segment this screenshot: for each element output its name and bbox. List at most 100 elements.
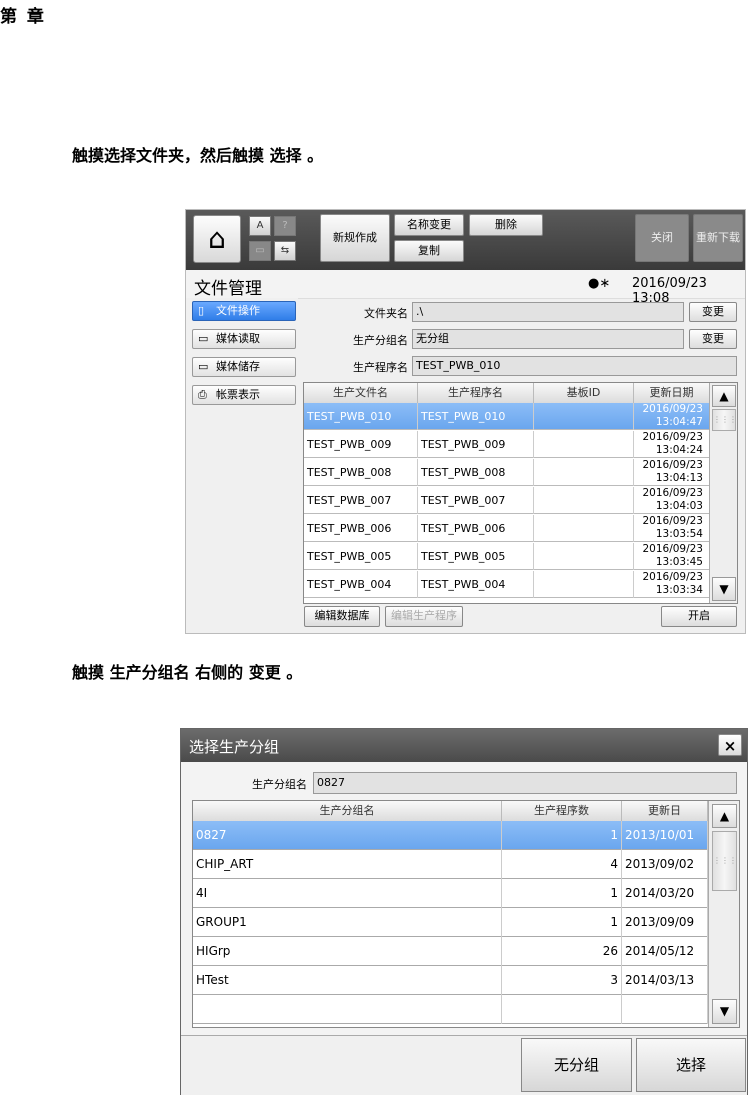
table-cell bbox=[534, 571, 634, 598]
redownload-button[interactable]: 重新下载 bbox=[693, 214, 743, 262]
time-line: 13:03:54 bbox=[655, 528, 703, 540]
col-update-day[interactable]: 更新日 bbox=[622, 801, 708, 821]
dialog-title: 选择生产分组 bbox=[189, 738, 280, 756]
table-row[interactable]: TEST_PWB_006 TEST_PWB_006 2016/09/23 13:03:… bbox=[304, 515, 710, 542]
table-row[interactable]: TEST_PWB_004 TEST_PWB_004 2016/09/23 13:03:… bbox=[304, 571, 710, 598]
table-row[interactable] bbox=[193, 995, 708, 1024]
page-title: 文件管理 bbox=[194, 279, 262, 299]
copy-button[interactable]: 复制 bbox=[394, 240, 464, 262]
table-row[interactable]: TEST_PWB_008 TEST_PWB_008 2016/09/23 13:04:… bbox=[304, 459, 710, 486]
chapter-header: 第 章 bbox=[0, 7, 46, 27]
table-cell: TEST_PWB_005 bbox=[304, 543, 418, 570]
table-cell: TEST_PWB_007 bbox=[304, 487, 418, 514]
table-cell: 2013/09/02 bbox=[622, 850, 708, 879]
table-cell: 4 bbox=[502, 850, 622, 879]
table-row[interactable]: GROUP1 1 2013/09/09 bbox=[193, 908, 708, 937]
table-cell bbox=[534, 543, 634, 570]
group-field: 无分组 bbox=[412, 329, 684, 349]
folder-change-button[interactable]: 变更 bbox=[689, 302, 737, 322]
vertical-scrollbar[interactable]: ▲ ⋮⋮⋮ ▼ bbox=[708, 801, 739, 1027]
table-cell: 0827 bbox=[193, 821, 502, 850]
date-line: 2016/09/23 bbox=[642, 571, 703, 583]
dialog-footer: 无分组 选择 bbox=[181, 1035, 747, 1095]
nav-label: 文件操作 bbox=[216, 304, 260, 317]
col-program-name[interactable]: 生产程序名 bbox=[418, 383, 534, 403]
select-group-dialog: 选择生产分组 × 生产分组名 0827 生产分组名 生产程序数 更新日 0827… bbox=[180, 728, 748, 1095]
table-cell: 2013/10/01 bbox=[622, 821, 708, 850]
nav-media-read[interactable]: ▭ 媒体读取 bbox=[192, 329, 296, 349]
nav-file-operation[interactable]: ▯ 文件操作 bbox=[192, 301, 296, 321]
date-line: 2016/09/23 bbox=[642, 487, 703, 499]
table-row[interactable]: 0827 1 2013/10/01 bbox=[193, 821, 708, 850]
table-row[interactable]: TEST_PWB_007 TEST_PWB_007 2016/09/23 13:04:… bbox=[304, 487, 710, 514]
nav-media-save[interactable]: ▭ 媒体储存 bbox=[192, 357, 296, 377]
toolbar: ⌂ A ? ▭ ⇆ 新规作成 名称变更 删除 复制 关闭 重新下载 bbox=[186, 210, 745, 270]
file-icon: ▯ bbox=[198, 304, 205, 317]
group-name-field[interactable]: 0827 bbox=[313, 772, 737, 794]
time-line: 13:04:47 bbox=[655, 416, 703, 428]
a-icon-button[interactable]: A bbox=[249, 216, 271, 236]
nav-report-display[interactable]: ⎙ 帐票表示 bbox=[192, 385, 296, 405]
table-row[interactable]: TEST_PWB_005 TEST_PWB_005 2016/09/23 13:03:… bbox=[304, 543, 710, 570]
table-cell bbox=[534, 403, 634, 430]
open-button[interactable]: 开启 bbox=[661, 606, 737, 627]
media-read-icon: ▭ bbox=[198, 332, 209, 345]
rename-button[interactable]: 名称变更 bbox=[394, 214, 464, 236]
table-cell: 2013/09/09 bbox=[622, 908, 708, 937]
screen-icon-button[interactable]: ▭ bbox=[249, 241, 271, 261]
table-row[interactable]: HIGrp 26 2014/05/12 bbox=[193, 937, 708, 966]
table-row[interactable]: HTest 3 2014/03/13 bbox=[193, 966, 708, 995]
scroll-up-arrow-icon[interactable]: ▲ bbox=[712, 385, 736, 407]
home-button[interactable]: ⌂ bbox=[193, 215, 241, 263]
time-line: 13:04:13 bbox=[655, 472, 703, 484]
table-row[interactable]: 4I 1 2014/03/20 bbox=[193, 879, 708, 908]
edit-program-button[interactable]: 编辑生产程序 bbox=[385, 606, 463, 627]
table-cell-date: 2016/09/23 13:03:34 bbox=[634, 571, 710, 598]
date-line: 2016/09/23 bbox=[642, 403, 703, 415]
table-cell bbox=[622, 995, 708, 1024]
close-button[interactable]: 关闭 bbox=[635, 214, 689, 262]
table-cell: 2014/03/20 bbox=[622, 879, 708, 908]
scroll-down-arrow-icon[interactable]: ▼ bbox=[712, 999, 737, 1024]
table-row[interactable]: TEST_PWB_009 TEST_PWB_009 2016/09/23 13:04:… bbox=[304, 431, 710, 458]
edit-database-button[interactable]: 编辑数据库 bbox=[304, 606, 380, 627]
select-button[interactable]: 选择 bbox=[636, 1038, 746, 1092]
help-icon-button[interactable]: ? bbox=[274, 216, 296, 236]
home-icon: ⌂ bbox=[208, 222, 226, 255]
scroll-thumb[interactable]: ⋮⋮⋮ bbox=[712, 409, 737, 431]
col-board-id[interactable]: 基板ID bbox=[534, 383, 634, 403]
nav-label: 媒体储存 bbox=[216, 360, 260, 373]
table-cell: 2014/05/12 bbox=[622, 937, 708, 966]
col-file-name[interactable]: 生产文件名 bbox=[304, 383, 418, 403]
delete-button[interactable]: 删除 bbox=[469, 214, 543, 236]
scroll-up-arrow-icon[interactable]: ▲ bbox=[712, 804, 737, 828]
table-cell bbox=[534, 487, 634, 514]
folder-field: .\ bbox=[412, 302, 684, 322]
date-line: 2016/09/23 bbox=[642, 515, 703, 527]
group-label: 生产分组名 bbox=[353, 334, 408, 347]
program-field: TEST_PWB_010 bbox=[412, 356, 737, 376]
table-cell bbox=[502, 995, 622, 1024]
col-update-date[interactable]: 更新日期 bbox=[634, 383, 710, 403]
table-row[interactable]: CHIP_ART 4 2013/09/02 bbox=[193, 850, 708, 879]
table-cell: TEST_PWB_009 bbox=[418, 431, 534, 458]
no-group-button[interactable]: 无分组 bbox=[521, 1038, 632, 1092]
table-cell-date: 2016/09/23 13:04:03 bbox=[634, 487, 710, 514]
col-group-name[interactable]: 生产分组名 bbox=[193, 801, 502, 821]
time-line: 13:04:24 bbox=[655, 444, 703, 456]
group-change-button[interactable]: 变更 bbox=[689, 329, 737, 349]
new-create-button[interactable]: 新规作成 bbox=[320, 214, 390, 262]
left-nav: ▯ 文件操作 ▭ 媒体读取 ▭ 媒体储存 ⎙ 帐票表示 bbox=[186, 298, 298, 633]
table-row[interactable]: TEST_PWB_010 TEST_PWB_010 2016/09/23 13:04:… bbox=[304, 403, 710, 430]
table-cell: TEST_PWB_005 bbox=[418, 543, 534, 570]
vertical-scrollbar[interactable]: ▲ ⋮⋮⋮ ▼ bbox=[709, 383, 737, 603]
table-cell: TEST_PWB_010 bbox=[418, 403, 534, 430]
table-cell bbox=[534, 459, 634, 486]
scroll-thumb[interactable]: ⋮⋮⋮ bbox=[712, 831, 737, 891]
table-cell bbox=[193, 995, 502, 1024]
dialog-close-button[interactable]: × bbox=[718, 734, 742, 756]
col-program-count[interactable]: 生产程序数 bbox=[502, 801, 622, 821]
transfer-icon-button[interactable]: ⇆ bbox=[274, 241, 296, 261]
scroll-down-arrow-icon[interactable]: ▼ bbox=[712, 577, 736, 601]
table-cell-date: 2016/09/23 13:03:45 bbox=[634, 543, 710, 570]
